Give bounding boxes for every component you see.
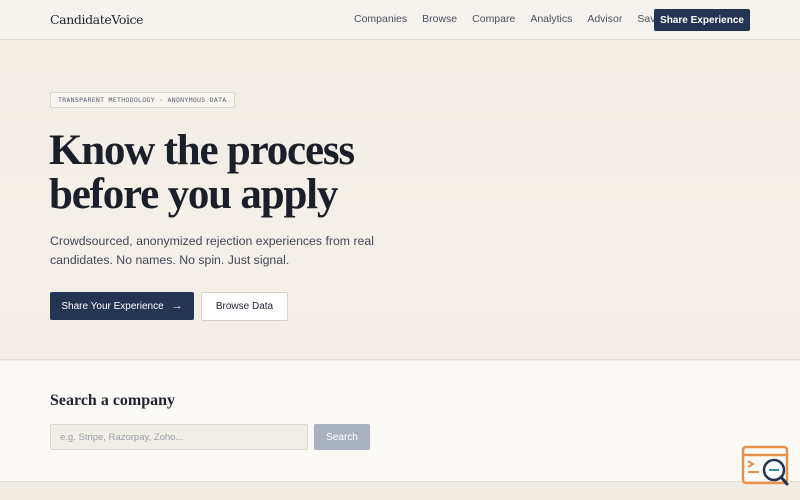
hero-section: TRANSPARENT METHODOLOGY · ANONYMOUS DATA… — [0, 41, 800, 360]
nav-link-companies[interactable]: Companies — [354, 13, 407, 25]
search-section: Search a company Search — [0, 361, 800, 481]
search-title: Search a company — [50, 392, 176, 409]
search-code-icon — [741, 445, 789, 486]
nav-links: Companies Browse Compare Analytics Advis… — [354, 13, 682, 25]
browse-data-button[interactable]: Browse Data — [201, 292, 288, 321]
top-nav: CandidateVoice Companies Browse Compare … — [0, 0, 800, 40]
logo[interactable]: CandidateVoice — [50, 12, 144, 27]
share-your-experience-label: Share Your Experience — [61, 300, 164, 312]
share-your-experience-button[interactable]: Share Your Experience → — [50, 292, 194, 320]
nav-link-advisor[interactable]: Advisor — [587, 13, 622, 25]
hero-title-line-1: Know the process — [49, 127, 355, 174]
nav-link-browse[interactable]: Browse — [422, 13, 457, 25]
nav-link-analytics[interactable]: Analytics — [530, 13, 572, 25]
company-search-input[interactable] — [50, 424, 308, 450]
footer-strip — [0, 481, 800, 500]
hero-subtitle: Crowdsourced, anonymized rejection exper… — [50, 234, 374, 267]
methodology-badge: TRANSPARENT METHODOLOGY · ANONYMOUS DATA — [50, 92, 235, 108]
nav-link-compare[interactable]: Compare — [472, 13, 515, 25]
hero-title-line-2: before you apply — [49, 171, 338, 218]
search-button[interactable]: Search — [314, 424, 370, 450]
share-experience-button[interactable]: Share Experience — [654, 9, 750, 31]
search-code-widget[interactable] — [741, 445, 791, 487]
hero-title: Know the process before you apply — [49, 129, 409, 217]
arrow-right-icon: → — [171, 299, 183, 312]
